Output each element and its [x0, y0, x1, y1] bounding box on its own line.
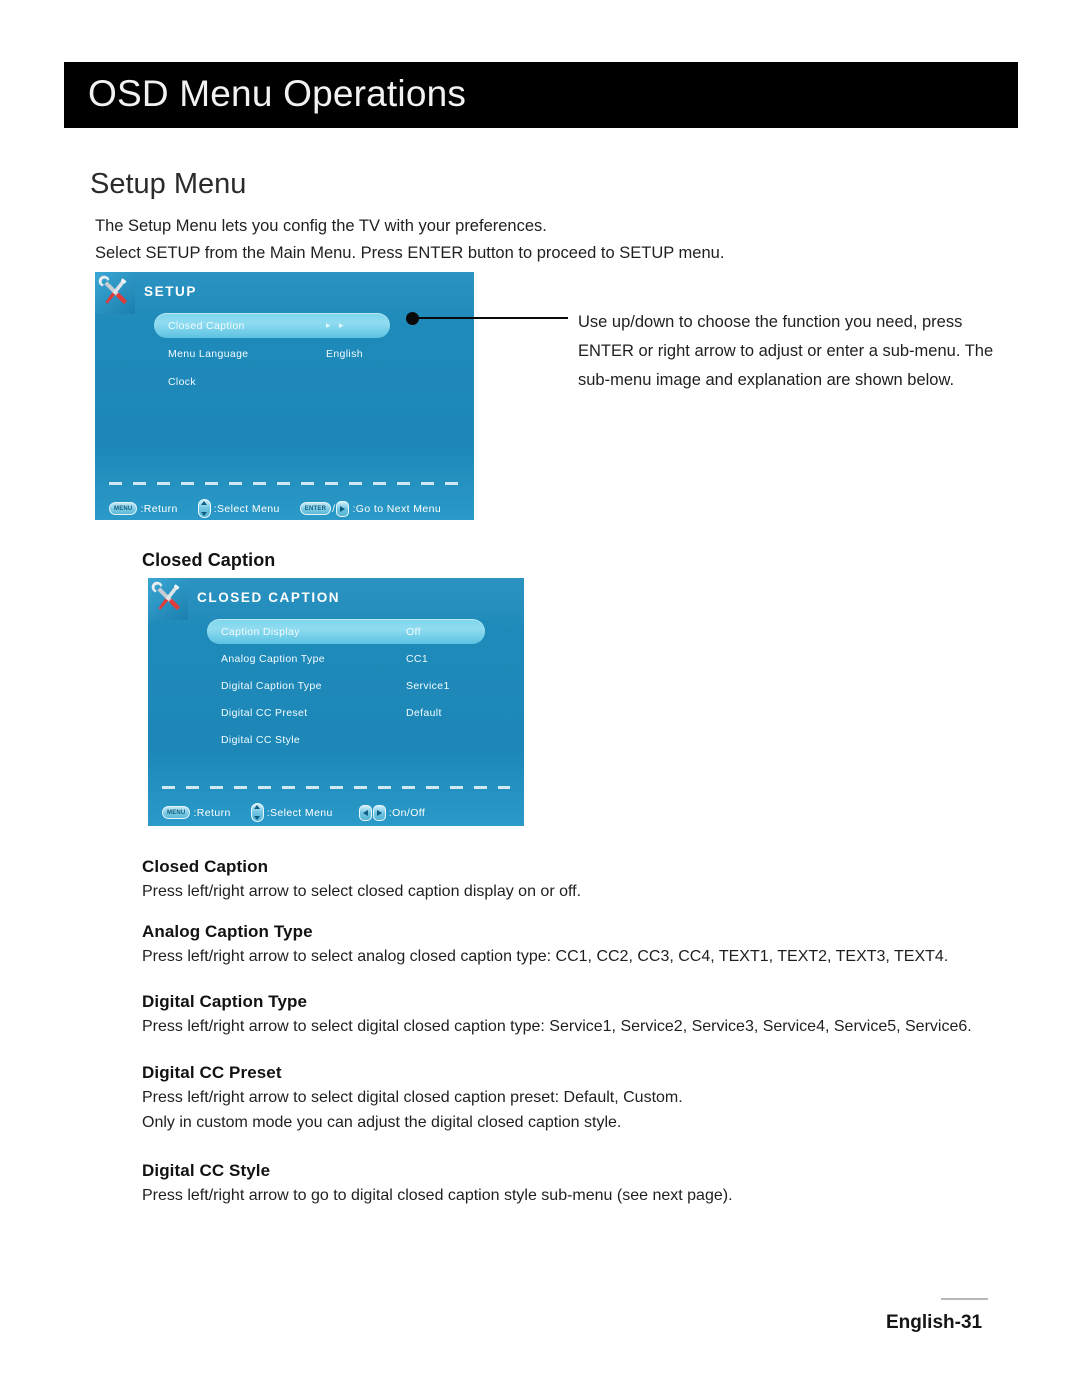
- cc-row-label: Digital CC Style: [221, 733, 301, 746]
- enter-key-icon: ENTER: [299, 502, 332, 515]
- cc-row-value: Default: [406, 706, 442, 719]
- page-header-banner: OSD Menu Operations: [64, 62, 1018, 128]
- cc-row-label: Digital CC Preset: [221, 706, 308, 719]
- cc-osd-divider: [162, 786, 510, 789]
- desc-text-analog-caption-type: Press left/right arrow to select analog …: [142, 948, 949, 965]
- desc-text-digital-cc-preset-2: Only in custom mode you can adjust the d…: [142, 1114, 622, 1131]
- desc-heading-digital-caption-type: Digital Caption Type: [142, 992, 308, 1011]
- footer-hint-label: :Return: [193, 806, 231, 819]
- footer-select-hint: :Select Menu: [197, 499, 280, 518]
- intro-line-2: Select SETUP from the Main Menu. Press E…: [95, 244, 725, 262]
- footer-page-number: English-31: [886, 1312, 983, 1333]
- cc-row-value: Off: [406, 625, 421, 638]
- footer-return-hint: MENU :Return: [162, 806, 231, 819]
- section-title: Setup Menu: [90, 168, 247, 200]
- setup-row-clock[interactable]: Clock: [154, 369, 390, 394]
- footer-hint-label: :Select Menu: [266, 806, 333, 819]
- desc-heading-closed-caption: Closed Caption: [142, 857, 269, 876]
- menu-key-icon: MENU: [109, 502, 138, 515]
- left-arrow-key-icon: [358, 804, 372, 821]
- callout-text: Use up/down to choose the function you n…: [578, 313, 994, 389]
- cc-row-digital-cc-preset[interactable]: Digital CC Preset Default: [207, 700, 485, 725]
- cc-osd-rows: Caption Display Off Analog Caption Type …: [207, 619, 485, 752]
- footer-return-hint: MENU :Return: [109, 502, 178, 515]
- footer-hint-label: :Return: [140, 502, 178, 515]
- setup-row-label: Clock: [168, 375, 197, 388]
- footer-next-menu-hint: ENTER / :Go to Next Menu: [299, 500, 442, 517]
- right-arrow-key-icon: [336, 500, 350, 517]
- setup-osd-rows: Closed Caption ▸ ▸ Menu Language English…: [154, 313, 390, 394]
- setup-row-closed-caption[interactable]: Closed Caption ▸ ▸: [154, 313, 390, 338]
- desc-heading-analog-caption-type: Analog Caption Type: [142, 922, 313, 941]
- footer-hint-label: :Go to Next Menu: [352, 502, 442, 515]
- desc-text-closed-caption: Press left/right arrow to select closed …: [142, 883, 582, 900]
- cc-osd-footer: MENU :Return :Select Menu :On/Off: [162, 803, 425, 822]
- cc-row-value: Service1: [406, 679, 450, 692]
- setup-row-value: English: [326, 347, 363, 360]
- desc-heading-digital-cc-preset: Digital CC Preset: [142, 1063, 282, 1082]
- tools-icon: [148, 578, 188, 620]
- cc-row-label: Analog Caption Type: [221, 652, 325, 665]
- desc-text-digital-cc-preset-1: Press left/right arrow to select digital…: [142, 1089, 683, 1106]
- footer-hint-label: :Select Menu: [213, 502, 280, 515]
- desc-text-digital-caption-type: Press left/right arrow to select digital…: [142, 1018, 972, 1035]
- cc-osd-title: CLOSED CAPTION: [197, 590, 341, 605]
- setup-osd-divider: [109, 482, 459, 485]
- cc-row-digital-caption-type[interactable]: Digital Caption Type Service1: [207, 673, 485, 698]
- intro-line-1: The Setup Menu lets you config the TV wi…: [95, 217, 547, 235]
- closed-caption-osd-screenshot: CLOSED CAPTION Caption Display Off Analo…: [148, 578, 524, 826]
- right-arrow-key-icon: [372, 804, 386, 821]
- footer-onoff-hint: :On/Off: [358, 804, 426, 821]
- setup-osd-screenshot: SETUP Closed Caption ▸ ▸ Menu Language E…: [95, 272, 474, 520]
- up-down-key-icon: [197, 499, 211, 518]
- cc-row-label: Digital Caption Type: [221, 679, 322, 692]
- footer-select-hint: :Select Menu: [250, 803, 333, 822]
- slash-separator: /: [332, 502, 336, 515]
- setup-row-menu-language[interactable]: Menu Language English: [154, 341, 390, 366]
- right-arrows-icon: ▸ ▸: [326, 320, 347, 330]
- setup-osd-footer: MENU :Return :Select Menu ENTER / :Go to…: [109, 499, 441, 518]
- closed-caption-image-heading: Closed Caption: [142, 550, 276, 570]
- desc-heading-digital-cc-style: Digital CC Style: [142, 1161, 271, 1180]
- page-title: OSD Menu Operations: [88, 73, 467, 115]
- intro-paragraph: The Setup Menu lets you config the TV wi…: [95, 213, 975, 267]
- footer-divider: [941, 1298, 988, 1300]
- callout-leader-line: [416, 317, 568, 319]
- setup-row-label: Menu Language: [168, 347, 249, 360]
- desc-text-digital-cc-style: Press left/right arrow to go to digital …: [142, 1187, 733, 1204]
- setup-row-label: Closed Caption: [168, 319, 245, 332]
- cc-row-digital-cc-style[interactable]: Digital CC Style: [207, 727, 485, 752]
- footer-hint-label: :On/Off: [388, 806, 426, 819]
- cc-row-caption-display[interactable]: Caption Display Off: [207, 619, 485, 644]
- setup-osd-title: SETUP: [144, 284, 198, 299]
- cc-row-label: Caption Display: [221, 625, 300, 638]
- tools-icon: [95, 272, 135, 314]
- menu-key-icon: MENU: [162, 806, 191, 819]
- up-down-key-icon: [250, 803, 264, 822]
- cc-row-analog-caption-type[interactable]: Analog Caption Type CC1: [207, 646, 485, 671]
- cc-row-value: CC1: [406, 652, 429, 665]
